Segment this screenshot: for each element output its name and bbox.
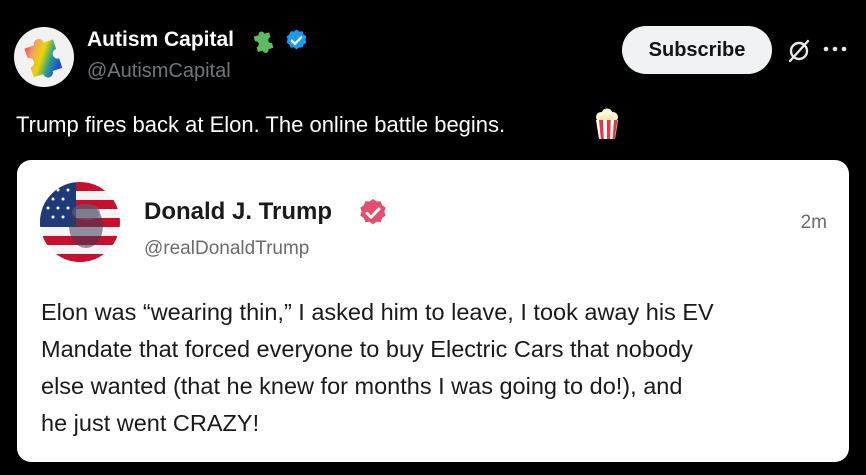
quoted-post-body: Elon was “wearing thin,” I asked him to … [41, 294, 831, 442]
quoted-body-line: Mandate that forced everyone to buy Elec… [41, 336, 693, 362]
quoted-post-card[interactable]: Donald J. Trump @realDonaldTrump 2m Elon… [17, 160, 849, 462]
puzzle-piece-icon [253, 31, 274, 53]
quoted-author-avatar[interactable] [40, 182, 120, 262]
flag-portrait-icon [40, 182, 120, 262]
popcorn-icon [596, 108, 618, 139]
quoted-body-line: Elon was “wearing thin,” I asked him to … [41, 299, 714, 325]
author-name[interactable]: Autism Capital [87, 28, 234, 52]
quoted-author-handle[interactable]: @realDonaldTrump [144, 238, 309, 260]
more-options-icon[interactable] [822, 38, 848, 60]
truth-verified-icon [360, 199, 386, 225]
subscribe-button[interactable]: Subscribe [622, 26, 772, 74]
author-handle[interactable]: @AutismCapital [87, 60, 231, 83]
post-text: Trump fires back at Elon. The online bat… [16, 112, 506, 137]
grok-icon[interactable] [786, 38, 812, 64]
quoted-author-name[interactable]: Donald J. Trump [144, 198, 332, 226]
quoted-body-line: he just went CRAZY! [41, 410, 260, 436]
rainbow-puzzle-icon [24, 39, 63, 78]
author-avatar[interactable] [14, 27, 74, 87]
quoted-body-line: else wanted (that he knew for months I w… [41, 373, 683, 399]
quoted-timestamp: 2m [800, 212, 827, 233]
verified-icon [286, 29, 307, 50]
